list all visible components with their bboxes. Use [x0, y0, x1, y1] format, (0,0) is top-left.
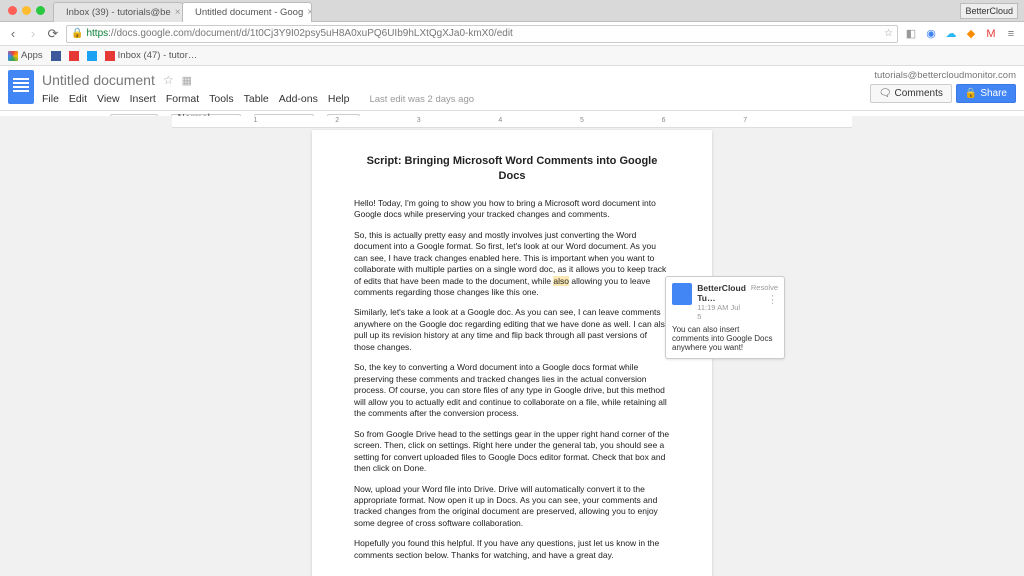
browser-tab-docs[interactable]: Untitled document - Goog × — [182, 2, 312, 22]
url-scheme: https — [86, 28, 108, 39]
paragraph[interactable]: So, the key to converting a Word documen… — [354, 362, 670, 419]
comment-author: BetterCloud Tu… — [697, 283, 746, 303]
comment-icon: 🗨 — [879, 88, 892, 99]
window-tab-strip: Inbox (39) - tutorials@be × Untitled doc… — [0, 0, 1024, 22]
address-bar-row: ‹ › ⟳ 🔒 https ://docs.google.com/documen… — [0, 22, 1024, 46]
menu-file[interactable]: File — [42, 93, 59, 105]
menu-tools[interactable]: Tools — [209, 93, 234, 105]
extension-badge[interactable]: BetterCloud — [960, 3, 1018, 19]
chrome-menu-icon[interactable]: ≡ — [1004, 27, 1018, 41]
ruler-mark: 4 — [498, 117, 502, 124]
back-button[interactable]: ‹ — [6, 27, 20, 41]
bookmark-yt[interactable] — [69, 51, 79, 61]
url-input[interactable]: 🔒 https ://docs.google.com/document/d/1t… — [66, 25, 898, 43]
close-icon[interactable]: × — [307, 7, 312, 18]
document-page[interactable]: Script: Bringing Microsoft Word Comments… — [312, 130, 712, 576]
comment-card[interactable]: BetterCloud Tu… 11:19 AM Jul 5 Resolve ⋮… — [665, 276, 785, 359]
window-zoom-button[interactable] — [36, 6, 45, 15]
share-button[interactable]: 🔒 Share — [956, 84, 1016, 103]
ruler-mark: 1 — [254, 117, 258, 124]
ruler-mark: 6 — [662, 117, 666, 124]
lock-icon: 🔒 — [965, 88, 977, 99]
ruler-mark: 2 — [335, 117, 339, 124]
bookmark-label: Apps — [21, 50, 43, 61]
user-email[interactable]: tutorials@bettercloudmonitor.com — [874, 70, 1016, 81]
forward-button[interactable]: › — [26, 27, 40, 41]
horizontal-ruler[interactable]: 1 2 3 4 5 6 7 — [172, 116, 852, 128]
comment-body: You can also insert comments into Google… — [672, 325, 778, 352]
docs-logo-icon[interactable] — [8, 70, 34, 104]
ruler-mark: 7 — [743, 117, 747, 124]
highlighted-text[interactable]: also — [553, 276, 569, 286]
reload-button[interactable]: ⟳ — [46, 27, 60, 41]
document-title[interactable]: Untitled document — [42, 72, 155, 88]
tab-label: Inbox (39) - tutorials@be — [66, 7, 171, 18]
avatar — [672, 283, 692, 305]
paragraph[interactable]: Now, upload your Word file into Drive. D… — [354, 484, 670, 530]
menu-help[interactable]: Help — [328, 93, 350, 105]
window-close-button[interactable] — [8, 6, 17, 15]
gmail-icon — [105, 51, 115, 61]
traffic-lights — [0, 6, 53, 15]
menu-addons[interactable]: Add-ons — [279, 93, 318, 105]
ruler-mark: 3 — [417, 117, 421, 124]
comments-button[interactable]: 🗨 Comments — [870, 84, 952, 103]
facebook-icon — [51, 51, 61, 61]
menu-insert[interactable]: Insert — [130, 93, 156, 105]
ext-icon[interactable]: ◧ — [904, 27, 918, 41]
resolve-button[interactable]: Resolve — [751, 283, 778, 292]
menu-view[interactable]: View — [97, 93, 120, 105]
docs-header: Untitled document ☆ ▦ File Edit View Ins… — [0, 66, 1024, 111]
youtube-icon — [69, 51, 79, 61]
share-label: Share — [980, 88, 1007, 99]
menu-bar: File Edit View Insert Format Tools Table… — [42, 90, 870, 110]
ext-icon[interactable]: ◆ — [964, 27, 978, 41]
twitter-icon — [87, 51, 97, 61]
bookmark-fb[interactable] — [51, 51, 61, 61]
paragraph[interactable]: Hello! Today, I'm going to show you how … — [354, 198, 670, 221]
folder-icon[interactable]: ▦ — [182, 74, 192, 87]
bookmark-inbox[interactable]: Inbox (47) - tutor… — [105, 50, 198, 61]
comment-menu-icon[interactable]: ⋮ — [767, 293, 778, 306]
menu-edit[interactable]: Edit — [69, 93, 87, 105]
menu-format[interactable]: Format — [166, 93, 199, 105]
ext-icon[interactable]: ☁ — [944, 27, 958, 41]
bookmark-apps[interactable]: Apps — [8, 50, 43, 61]
browser-tabs: Inbox (39) - tutorials@be × Untitled doc… — [53, 0, 311, 22]
ruler-mark: 5 — [580, 117, 584, 124]
paragraph[interactable]: So, this is actually pretty easy and mos… — [354, 230, 670, 299]
bookmark-star-icon[interactable]: ☆ — [884, 28, 893, 39]
ext-icon[interactable]: ◉ — [924, 27, 938, 41]
tab-label: Untitled document - Goog — [195, 7, 303, 18]
paragraph[interactable]: Similarly, let's take a look at a Google… — [354, 307, 670, 353]
window-minimize-button[interactable] — [22, 6, 31, 15]
paragraph[interactable]: So from Google Drive head to the setting… — [354, 429, 670, 475]
bookmark-tw[interactable] — [87, 51, 97, 61]
extension-icons: ◧ ◉ ☁ ◆ M ≡ — [904, 27, 1018, 41]
bookmarks-bar: Apps Inbox (47) - tutor… — [0, 46, 1024, 66]
apps-icon — [8, 51, 18, 61]
close-icon[interactable]: × — [175, 7, 181, 18]
document-canvas[interactable]: 1 2 3 4 5 6 7 Script: Bringing Microsoft… — [0, 116, 1024, 576]
browser-tab-inbox[interactable]: Inbox (39) - tutorials@be × — [53, 2, 183, 22]
last-edit-label[interactable]: Last edit was 2 days ago — [369, 94, 474, 105]
comments-label: Comments — [895, 88, 943, 99]
paragraph[interactable]: Hopefully you found this helpful. If you… — [354, 538, 670, 561]
star-icon[interactable]: ☆ — [163, 73, 174, 87]
comment-timestamp: 11:19 AM Jul 5 — [697, 303, 746, 321]
url-path: ://docs.google.com/document/d/1t0Cj3Y9I0… — [108, 28, 513, 39]
menu-table[interactable]: Table — [244, 93, 269, 105]
lock-icon: 🔒 — [71, 28, 83, 39]
gmail-ext-icon[interactable]: M — [984, 27, 998, 41]
bookmark-label: Inbox (47) - tutor… — [118, 50, 198, 61]
document-heading[interactable]: Script: Bringing Microsoft Word Comments… — [354, 154, 670, 184]
